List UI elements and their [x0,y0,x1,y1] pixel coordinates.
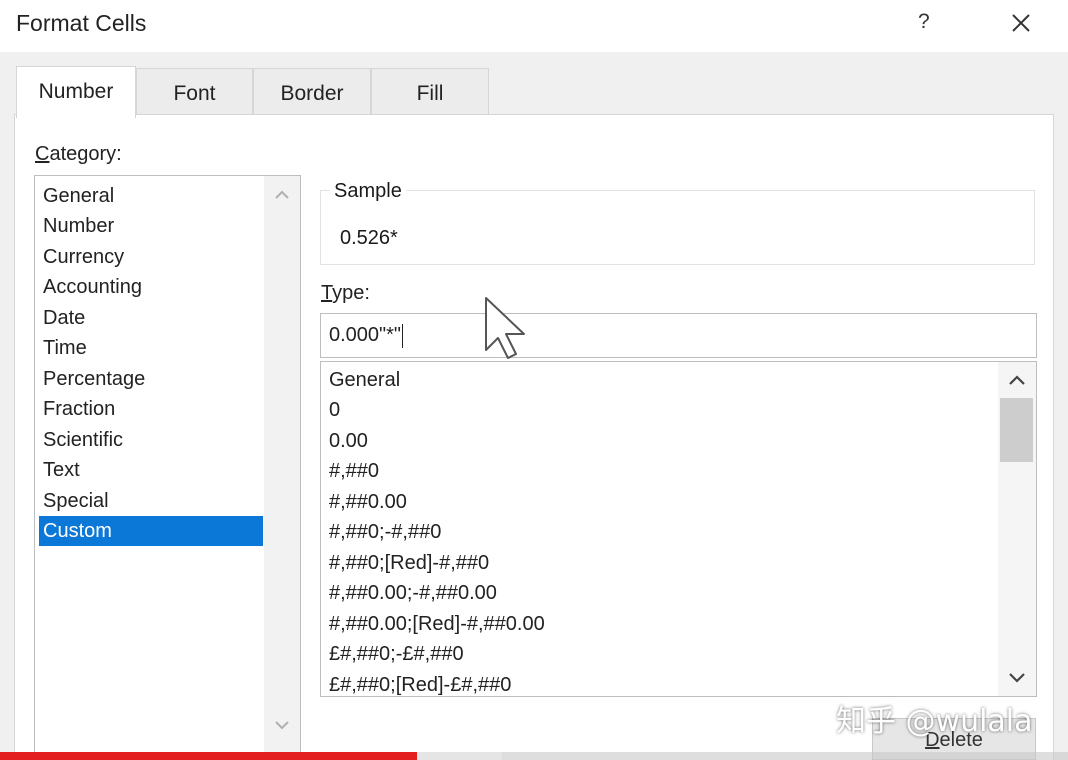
format-item[interactable]: #,##0;[Red]-#,##0 [329,548,489,578]
chevron-up-icon[interactable] [1006,369,1028,391]
category-item-scientific[interactable]: Scientific [39,425,263,455]
format-item[interactable]: #,##0.00 [329,487,407,517]
mouse-pointer-icon [485,297,525,359]
sample-value: 0.526* [340,227,398,249]
help-button[interactable]: ? [918,10,930,34]
category-item-fraction[interactable]: Fraction [39,394,263,424]
chevron-up-icon[interactable] [273,186,291,204]
category-item-general[interactable]: General [39,181,263,211]
format-item[interactable]: General [329,365,400,395]
category-item-number[interactable]: Number [39,211,263,241]
format-list-scrollbar[interactable] [998,362,1036,696]
category-label: Category: [35,143,122,165]
dialog-title: Format Cells [16,10,147,36]
type-input[interactable]: 0.000"*" [320,313,1037,358]
category-item-accounting[interactable]: Accounting [39,272,263,302]
watermark: 知乎 @wulala [836,704,1033,739]
format-code-list[interactable]: General 0 0.00 #,##0 #,##0.00 #,##0;-#,#… [320,361,1037,697]
category-list[interactable]: General Number Currency Accounting Date … [34,175,301,760]
format-item[interactable]: #,##0 [329,456,379,486]
format-item[interactable]: £#,##0;[Red]-£#,##0 [329,670,511,696]
tab-number[interactable]: Number [16,66,136,118]
category-item-date[interactable]: Date [39,303,263,333]
text-caret [402,323,404,348]
video-progress-bar[interactable] [0,752,1068,760]
sample-label: Sample [330,180,406,203]
format-item[interactable]: #,##0;-#,##0 [329,517,441,547]
format-item[interactable]: 0.00 [329,426,368,456]
category-item-text[interactable]: Text [39,455,263,485]
category-item-currency[interactable]: Currency [39,242,263,272]
type-label: Type: [321,282,370,304]
sample-groupbox [320,190,1035,265]
scrollbar-thumb[interactable] [1000,398,1033,462]
format-item[interactable]: £#,##0;-£#,##0 [329,639,464,669]
tab-font[interactable]: Font [136,68,253,116]
category-scrollbar[interactable] [264,176,300,760]
format-item[interactable]: #,##0.00;-#,##0.00 [329,578,497,608]
chevron-down-icon[interactable] [1006,666,1028,688]
tab-border[interactable]: Border [253,68,371,116]
category-item-custom[interactable]: Custom [39,516,263,546]
video-played-bar [0,752,417,760]
title-bar: Format Cells ? [0,0,1068,52]
category-item-percentage[interactable]: Percentage [39,364,263,394]
category-item-special[interactable]: Special [39,486,263,516]
chevron-down-icon[interactable] [273,716,291,734]
close-icon[interactable] [1008,10,1034,36]
category-item-time[interactable]: Time [39,333,263,363]
type-input-value: 0.000"*" [329,324,402,346]
format-item[interactable]: #,##0.00;[Red]-#,##0.00 [329,609,545,639]
tab-fill[interactable]: Fill [371,68,489,116]
format-item[interactable]: 0 [329,395,340,425]
